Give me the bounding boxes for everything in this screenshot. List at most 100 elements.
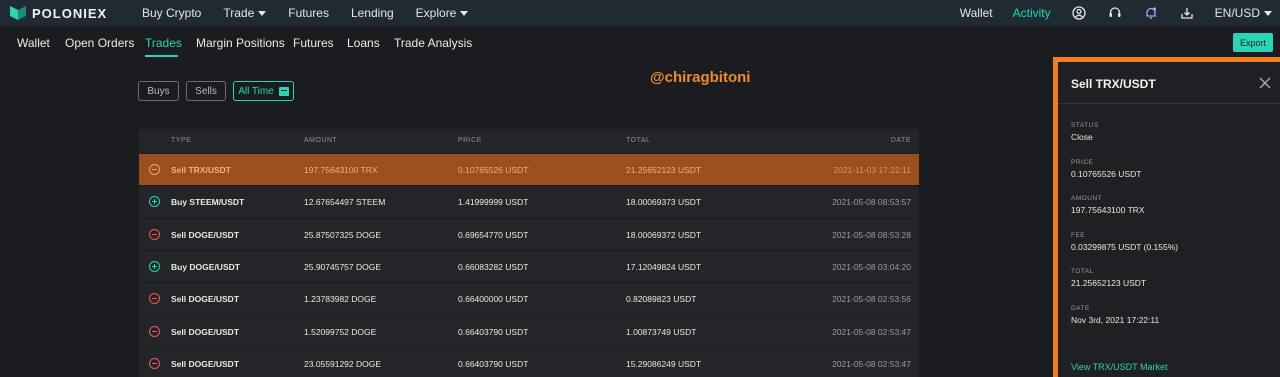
logo-icon (10, 6, 26, 20)
cell-amount: 1.52099752 DOGE (304, 326, 377, 337)
nav-buy-crypto[interactable]: Buy Crypto (142, 6, 201, 20)
minus-circle-icon (149, 325, 160, 337)
cell-amount: 25.90745757 DOGE (304, 261, 382, 272)
table-header: TYPE AMOUNT PRICE TOTAL DATE (139, 129, 919, 153)
cell-date: 2021-11-03 17:22:11 (833, 165, 911, 175)
chevron-down-icon (258, 10, 267, 16)
support-headset-icon[interactable] (1107, 5, 1123, 21)
filter-all-time-button[interactable]: All Time (233, 81, 294, 101)
table-row[interactable]: Sell DOGE/USDT 1.52099752 DOGE 0.66403790 … (139, 314, 919, 347)
table-row[interactable]: Sell DOGE/USDT 25.87507325 DOGE 0.69654770… (139, 217, 919, 250)
header-type: TYPE (171, 137, 192, 144)
subnav-open-orders[interactable]: Open Orders (65, 36, 134, 50)
download-icon[interactable] (1179, 5, 1195, 21)
field-label-price: PRICE (1071, 158, 1094, 166)
header-total: TOTAL (626, 137, 651, 144)
field-value-amount: 197.75643100 TRX (1071, 205, 1145, 215)
locale-selector[interactable]: EN/USD (1215, 6, 1272, 20)
minus-circle-icon (149, 228, 160, 240)
nav-item-label: Futures (288, 6, 329, 20)
watermark-text: @chiragbitoni (650, 69, 751, 86)
table-row[interactable]: Sell TRX/USDT 197.75643100 TRX 0.10765526 … (139, 153, 919, 185)
cell-date: 2021-05-08 02:53:47 (832, 358, 911, 369)
cell-date: 2021-05-08 08:53:57 (832, 197, 911, 208)
cell-type: Sell DOGE/USDT (171, 294, 240, 305)
close-icon[interactable] (1258, 76, 1272, 90)
cell-total: 18.00069373 USDT (626, 197, 702, 208)
nav-futures[interactable]: Futures (288, 6, 329, 20)
subnav-trades[interactable]: Trades (145, 36, 182, 50)
export-button[interactable]: Export (1233, 33, 1273, 52)
notification-bell-icon[interactable] (1143, 5, 1159, 21)
nav-item-label: Lending (350, 6, 394, 20)
table-row[interactable]: Buy STEEM/USDT 12.67654497 STEEM 1.4199999… (139, 185, 919, 217)
cell-total: 18.00069372 USDT (626, 229, 702, 240)
cell-type: Sell TRX/USDT (171, 165, 231, 175)
cell-price: 0.66083282 USDT (458, 261, 529, 272)
subnav-margin-positions[interactable]: Margin Positions (196, 36, 285, 50)
cell-type: Sell DOGE/USDT (171, 229, 240, 240)
account-icon[interactable] (1071, 5, 1087, 21)
subnav-futures[interactable]: Futures (293, 36, 334, 50)
cell-total: 21.25652123 USDT (626, 165, 702, 175)
calendar-icon (278, 86, 289, 96)
plus-circle-icon (149, 196, 160, 208)
subnav-wallet[interactable]: Wallet (17, 36, 50, 50)
table-row[interactable]: Sell DOGE/USDT 1.23783982 DOGE 0.66400000 … (139, 282, 919, 314)
cell-date: 2021-05-08 02:53:47 (832, 326, 911, 337)
table-row[interactable]: Sell DOGE/USDT 23.05591292 DOGE 0.66403790… (139, 346, 919, 377)
cell-amount: 197.75643100 TRX (304, 165, 378, 175)
cell-price: 1.41999999 USDT (458, 197, 529, 208)
view-market-link[interactable]: View TRX/USDT Market (1071, 362, 1168, 372)
cell-amount: 25.87507325 DOGE (304, 229, 382, 240)
minus-circle-icon (149, 293, 160, 305)
nav-trade[interactable]: Trade (223, 6, 267, 20)
poloniex-logo[interactable]: POLONIEX (10, 6, 132, 21)
filter-sells-button[interactable]: Sells (186, 81, 226, 101)
trades-table: TYPE AMOUNT PRICE TOTAL DATE Sell TRX/US… (139, 129, 919, 377)
locale-label: EN/USD (1214, 6, 1260, 20)
panel-header: Sell TRX/USDT (1058, 62, 1280, 104)
table-row[interactable]: Buy DOGE/USDT 25.90745757 DOGE 0.66083282 … (139, 249, 919, 282)
field-value-fee: 0.03299875 USDT (0.155%) (1071, 241, 1179, 252)
header-date: DATE (890, 137, 911, 144)
cell-date: 2021-05-08 08:53:28 (832, 229, 911, 240)
active-tab-underline (145, 55, 178, 57)
cell-price: 0.66400000 USDT (458, 294, 529, 305)
trade-detail-panel: Sell TRX/USDT STATUS Close PRICE 0.10765526… (1053, 57, 1280, 377)
cell-type: Sell DOGE/USDT (171, 326, 240, 337)
field-label-status: STATUS (1071, 122, 1099, 129)
cell-total: 15.29086249 USDT (626, 358, 702, 369)
sub-navbar: Wallet Open Orders Trades Margin Positions F… (0, 26, 1280, 58)
minus-circle-icon (149, 357, 160, 369)
cell-date: 2021-05-08 02:53:56 (832, 294, 911, 305)
chevron-down-icon (1264, 10, 1272, 16)
cell-total: 1.00873749 USDT (626, 326, 697, 337)
nav-wallet[interactable]: Wallet (960, 6, 993, 20)
subnav-trade-analysis[interactable]: Trade Analysis (394, 36, 472, 50)
cell-type: Buy STEEM/USDT (171, 197, 245, 208)
filter-buys-button[interactable]: Buys (138, 81, 179, 101)
header-price: PRICE (458, 137, 482, 144)
nav-explore[interactable]: Explore (416, 6, 469, 20)
cell-price: 0.66403790 USDT (458, 326, 529, 337)
chevron-down-icon (460, 10, 469, 16)
nav-item-label: Explore (415, 6, 457, 20)
field-label-total: TOTAL (1071, 268, 1094, 275)
nav-item-label: Trade (223, 6, 255, 20)
cell-price: 0.66403790 USDT (458, 358, 529, 369)
field-label-date: DATE (1071, 304, 1090, 312)
cell-price: 0.69654770 USDT (458, 229, 529, 240)
panel-title: Sell TRX/USDT (1071, 77, 1156, 91)
nav-activity[interactable]: Activity (1013, 6, 1051, 20)
header-amount: AMOUNT (304, 137, 338, 144)
subnav-loans[interactable]: Loans (347, 36, 380, 50)
nav-lending[interactable]: Lending (351, 6, 394, 20)
field-value-price: 0.10765526 USDT (1071, 168, 1142, 179)
nav-item-label: Buy Crypto (142, 6, 202, 20)
all-time-label: All Time (238, 85, 274, 97)
plus-circle-icon (149, 260, 160, 272)
cell-amount: 12.67654497 STEEM (304, 197, 386, 208)
field-value-status: Close (1071, 132, 1093, 142)
cell-type: Buy DOGE/USDT (171, 261, 240, 272)
